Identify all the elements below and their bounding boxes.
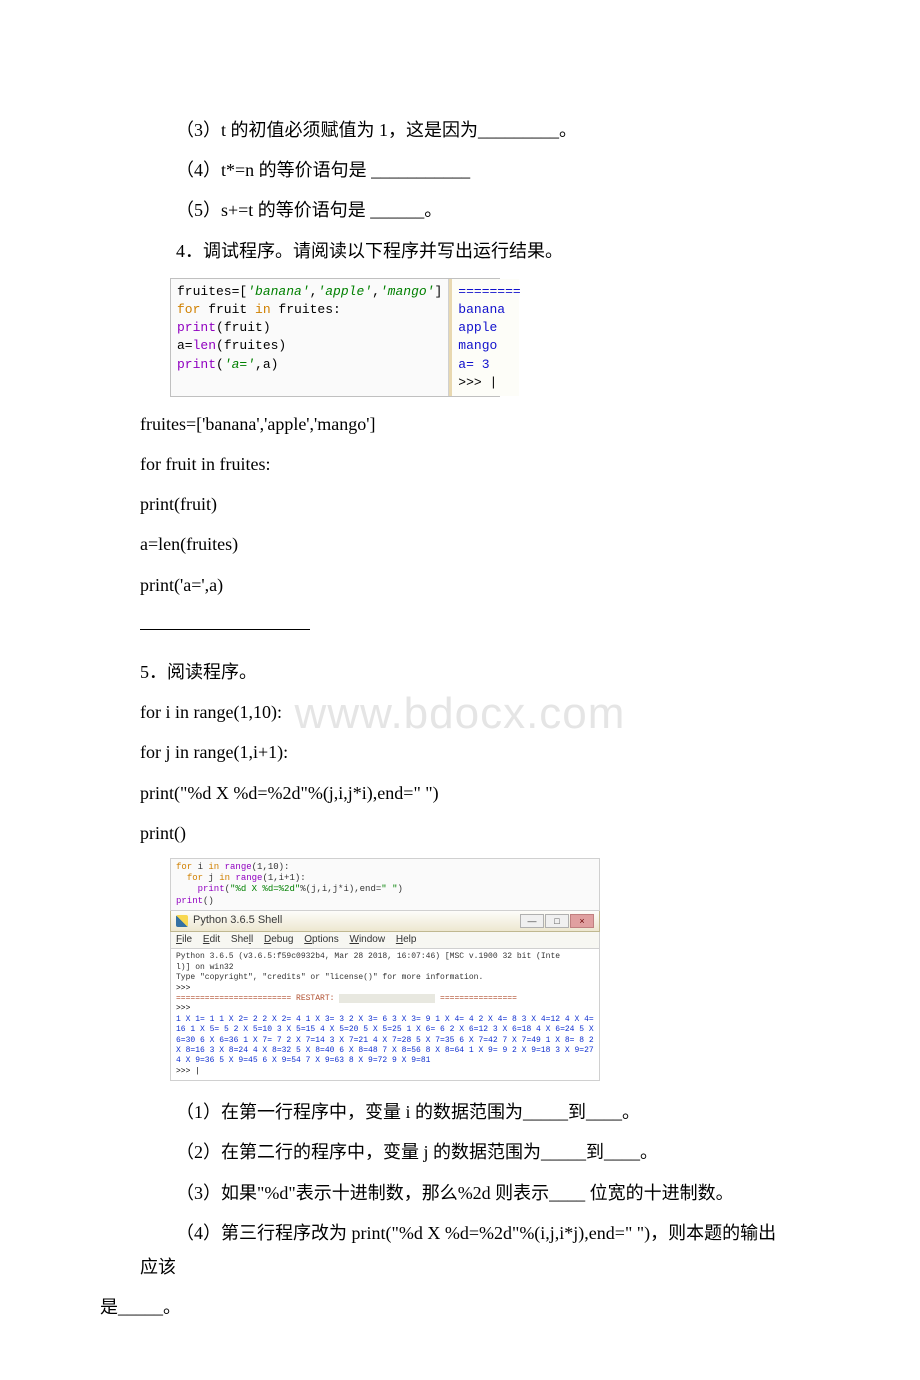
code-text: ( (216, 357, 224, 372)
code-text: 'mango' (380, 284, 435, 299)
question-5-3: （3）如果"%d"表示十进制数，那么%2d 则表示____ 位宽的十进制数。 (140, 1176, 780, 1210)
code-text: , (372, 284, 380, 299)
shell-line: l)] on win32 (176, 963, 594, 973)
code-text: for (176, 862, 192, 872)
question-5-1: （1）在第一行程序中，变量 i 的数据范围为_____到____。 (140, 1095, 780, 1129)
code-text: for (177, 302, 200, 317)
code-text-line: for i in range(1,10): (140, 695, 780, 729)
window-titlebar: Python 3.6.5 Shell — □ × (170, 911, 600, 932)
code-text: print (177, 320, 216, 335)
menu-shell: Shell (231, 934, 253, 945)
code-right-pane: ======== banana apple mango a= 3 >>> | (449, 279, 519, 396)
code-text-line: a=len(fruites) (140, 527, 780, 561)
shell-line: ======================== RESTART: XXXXXX… (176, 994, 594, 1004)
page-content: （3）t 的初值必须赋值为 1，这是因为_________。 （4）t*=n 的… (140, 113, 780, 1324)
editor-pane: for i in range(1,10): for j in range(1,i… (170, 858, 600, 911)
code-text-line: print() (140, 816, 780, 850)
maximize-button: □ (545, 914, 569, 928)
menu-options: Options (304, 934, 338, 945)
problem-5-title: 5．阅读程序。 (140, 655, 780, 689)
menu-window: Window (349, 934, 385, 945)
shell-line: >>> (176, 984, 594, 994)
code-left-pane: fruites=['banana','apple','mango'] for f… (171, 279, 449, 396)
code-text-line: fruites=['banana','apple','mango'] (140, 407, 780, 441)
problem-4-title: 4．调试程序。请阅读以下程序并写出运行结果。 (140, 234, 780, 268)
output-line: apple (458, 319, 513, 337)
output-line: >>> | (458, 374, 513, 392)
code-text-line: print("%d X %d=%2d"%(j,i,j*i),end=" ") (140, 776, 780, 810)
code-text: len (193, 338, 216, 353)
shell-line: >>> | (176, 1067, 594, 1077)
code-text: 'banana' (247, 284, 309, 299)
code-text: ,a) (255, 357, 278, 372)
code-screenshot-2: for i in range(1,10): for j in range(1,i… (170, 858, 600, 1081)
question-5-4b: 是_____。 (100, 1290, 780, 1324)
shell-line: Type "copyright", "credits" or "license(… (176, 973, 594, 983)
menu-debug: Debug (264, 934, 293, 945)
menu-file: File (176, 934, 192, 945)
code-text: fruit (200, 302, 255, 317)
code-text: 'apple' (317, 284, 372, 299)
shell-line: >>> (176, 1004, 594, 1014)
output-line: mango (458, 337, 513, 355)
code-text-line: print('a=',a) (140, 568, 780, 602)
code-text: fruites=[ (177, 284, 247, 299)
question-5-2: （2）在第二行的程序中，变量 j 的数据范围为_____到____。 (140, 1135, 780, 1169)
code-text: a= (177, 338, 193, 353)
code-text: 'a=' (224, 357, 255, 372)
python-icon (176, 915, 188, 927)
close-button: × (570, 914, 594, 928)
code-text-line: for fruit in fruites: (140, 447, 780, 481)
window-title: Python 3.6.5 Shell (193, 914, 282, 928)
code-text: in (255, 302, 271, 317)
shell-output-text: 1 X 1= 1 1 X 2= 2 2 X 2= 4 1 X 3= 3 2 X … (176, 1015, 594, 1067)
minimize-button: — (520, 914, 544, 928)
output-line: a= 3 (458, 356, 513, 374)
question-3: （3）t 的初值必须赋值为 1，这是因为_________。 (140, 113, 780, 147)
fill-blank-line (140, 612, 310, 630)
code-text: print (177, 357, 216, 372)
code-screenshot-1: fruites=['banana','apple','mango'] for f… (170, 278, 500, 397)
code-text: ] (434, 284, 442, 299)
code-text: fruites: (271, 302, 341, 317)
shell-line: Python 3.6.5 (v3.6.5:f59c0932b4, Mar 28 … (176, 952, 594, 962)
menu-edit: Edit (203, 934, 220, 945)
question-5-4a: （4）第三行程序改为 print("%d X %d=%2d"%(i,j,i*j)… (140, 1216, 780, 1284)
code-text: (fruit) (216, 320, 271, 335)
code-text-line: print(fruit) (140, 487, 780, 521)
menu-bar: File Edit Shell Debug Options Window Hel… (170, 932, 600, 950)
code-text: (fruites) (216, 338, 286, 353)
menu-help: Help (396, 934, 417, 945)
code-text-line: for j in range(1,i+1): (140, 735, 780, 769)
output-line: ======== (458, 283, 513, 301)
question-4: （4）t*=n 的等价语句是 ___________ (140, 153, 780, 187)
shell-output: Python 3.6.5 (v3.6.5:f59c0932b4, Mar 28 … (170, 949, 600, 1081)
output-line: banana (458, 301, 513, 319)
question-5: （5）s+=t 的等价语句是 ______。 (140, 193, 780, 227)
